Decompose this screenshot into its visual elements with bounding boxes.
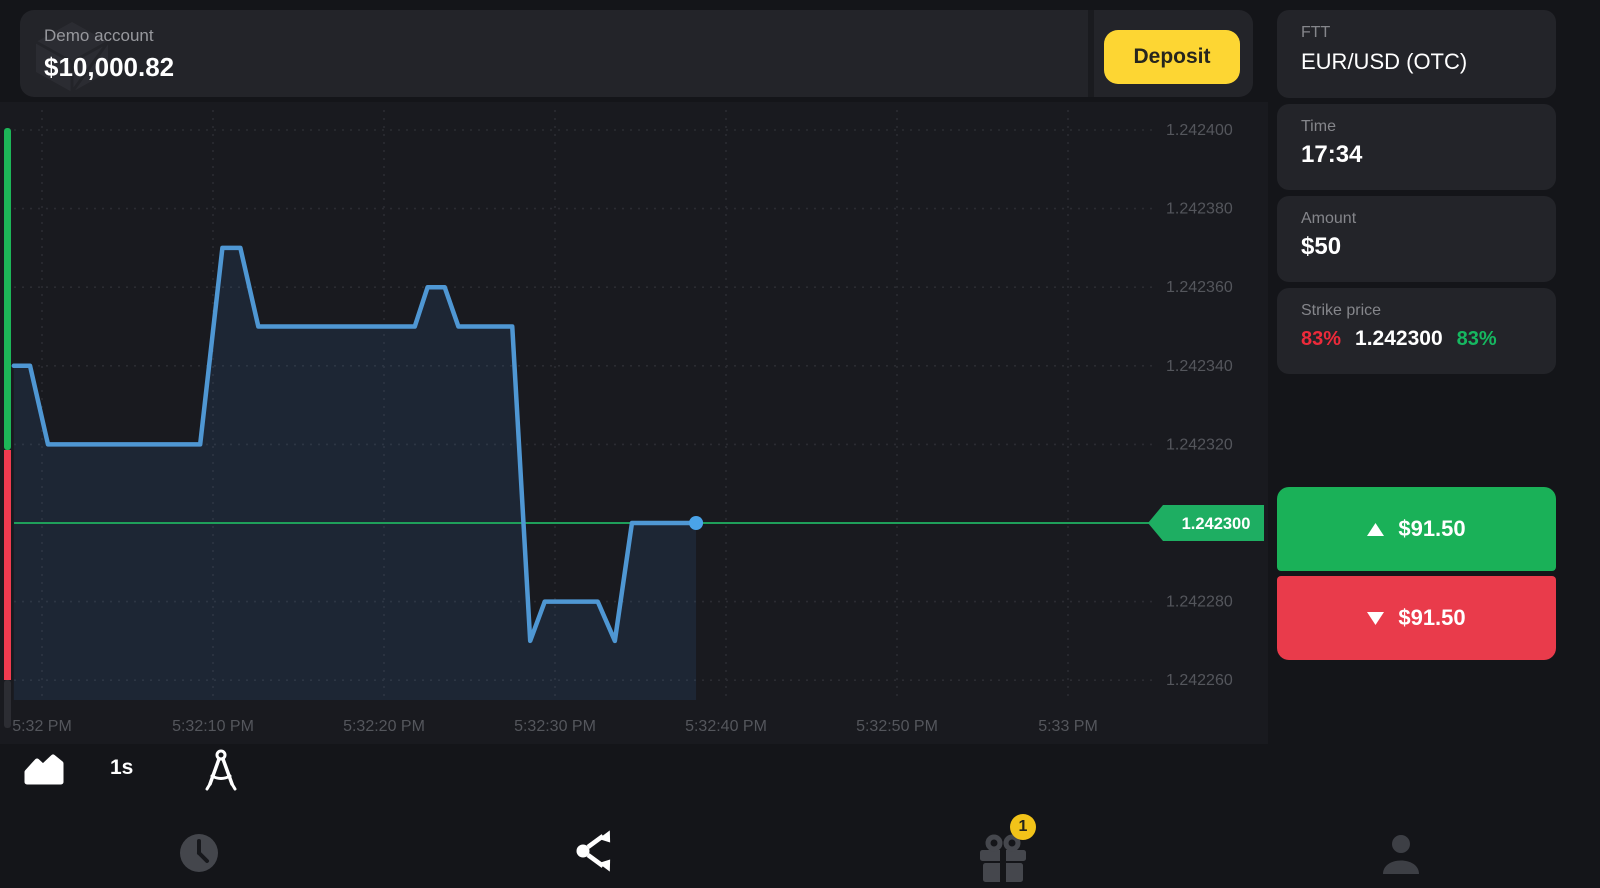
time-value: 17:34 bbox=[1301, 141, 1556, 169]
expand-arrows-icon bbox=[571, 828, 619, 874]
svg-text:1.242320: 1.242320 bbox=[1166, 436, 1233, 453]
svg-text:1.242400: 1.242400 bbox=[1166, 122, 1233, 139]
svg-text:5:32:10 PM: 5:32:10 PM bbox=[172, 718, 254, 735]
svg-text:5:32:20 PM: 5:32:20 PM bbox=[343, 718, 425, 735]
deposit-button[interactable]: Deposit bbox=[1104, 30, 1240, 84]
svg-text:1.242340: 1.242340 bbox=[1166, 358, 1233, 375]
time-selector[interactable]: Time 17:34 bbox=[1277, 104, 1556, 190]
payout-percent-down: 83% bbox=[1301, 328, 1341, 351]
arrow-down-icon bbox=[1367, 612, 1384, 625]
strike-label: Strike price bbox=[1301, 302, 1556, 320]
current-price-dot bbox=[689, 516, 703, 530]
gauge-green-segment bbox=[4, 128, 11, 450]
amount-selector[interactable]: Amount $50 bbox=[1277, 196, 1556, 282]
top-bar bbox=[20, 10, 1253, 97]
arrow-up-icon bbox=[1367, 523, 1384, 536]
area-chart-icon bbox=[24, 754, 64, 786]
svg-text:5:32:30 PM: 5:32:30 PM bbox=[514, 718, 596, 735]
svg-text:1.242380: 1.242380 bbox=[1166, 201, 1233, 218]
strike-price-panel[interactable]: Strike price 83% 1.242300 83% bbox=[1277, 288, 1556, 374]
call-button-label: $91.50 bbox=[1398, 516, 1465, 542]
svg-text:1.242300: 1.242300 bbox=[1182, 515, 1251, 533]
put-button[interactable]: $91.50 bbox=[1277, 576, 1556, 660]
gauge-red-segment bbox=[4, 450, 11, 680]
svg-text:5:32:50 PM: 5:32:50 PM bbox=[856, 718, 938, 735]
expand-chart-button[interactable] bbox=[571, 828, 619, 877]
amount-value: $50 bbox=[1301, 233, 1556, 261]
asset-type-label: FTT bbox=[1301, 24, 1556, 42]
payout-percent-up: 83% bbox=[1457, 328, 1497, 351]
promotions-button[interactable]: 1 bbox=[972, 826, 1034, 887]
top-bar-divider bbox=[1088, 10, 1094, 97]
chart-type-button[interactable] bbox=[24, 754, 64, 789]
strike-price-tag: 1.242300 bbox=[1148, 505, 1264, 541]
svg-text:1.242280: 1.242280 bbox=[1166, 594, 1233, 611]
clock-icon bbox=[177, 831, 221, 875]
svg-text:1.242260: 1.242260 bbox=[1166, 672, 1233, 689]
drawing-tools-button[interactable] bbox=[202, 748, 240, 795]
profile-button[interactable] bbox=[1378, 832, 1424, 879]
svg-text:5:32:40 PM: 5:32:40 PM bbox=[685, 718, 767, 735]
gauge-track bbox=[4, 680, 11, 728]
x-axis-labels: 5:32 PM 5:32:10 PM 5:32:20 PM 5:32:30 PM 5:3… bbox=[12, 718, 1098, 735]
svg-text:5:32 PM: 5:32 PM bbox=[12, 718, 72, 735]
time-label: Time bbox=[1301, 118, 1556, 136]
trade-history-button[interactable] bbox=[177, 831, 221, 878]
asset-name: EUR/USD (OTC) bbox=[1301, 49, 1556, 75]
asset-selector[interactable]: FTT EUR/USD (OTC) bbox=[1277, 10, 1556, 98]
sentiment-gauge bbox=[4, 128, 11, 728]
account-type-label[interactable]: Demo account bbox=[44, 26, 154, 46]
person-icon bbox=[1378, 832, 1424, 876]
account-balance[interactable]: $10,000.82 bbox=[44, 52, 174, 83]
call-button[interactable]: $91.50 bbox=[1277, 487, 1556, 571]
gift-badge: 1 bbox=[1010, 814, 1036, 840]
amount-label: Amount bbox=[1301, 210, 1556, 228]
strike-price-value: 1.242300 bbox=[1355, 327, 1443, 351]
compass-icon bbox=[202, 748, 240, 792]
interval-button[interactable]: 1s bbox=[110, 756, 133, 780]
svg-text:5:33 PM: 5:33 PM bbox=[1038, 718, 1098, 735]
svg-text:1.242360: 1.242360 bbox=[1166, 279, 1233, 296]
put-button-label: $91.50 bbox=[1398, 605, 1465, 631]
